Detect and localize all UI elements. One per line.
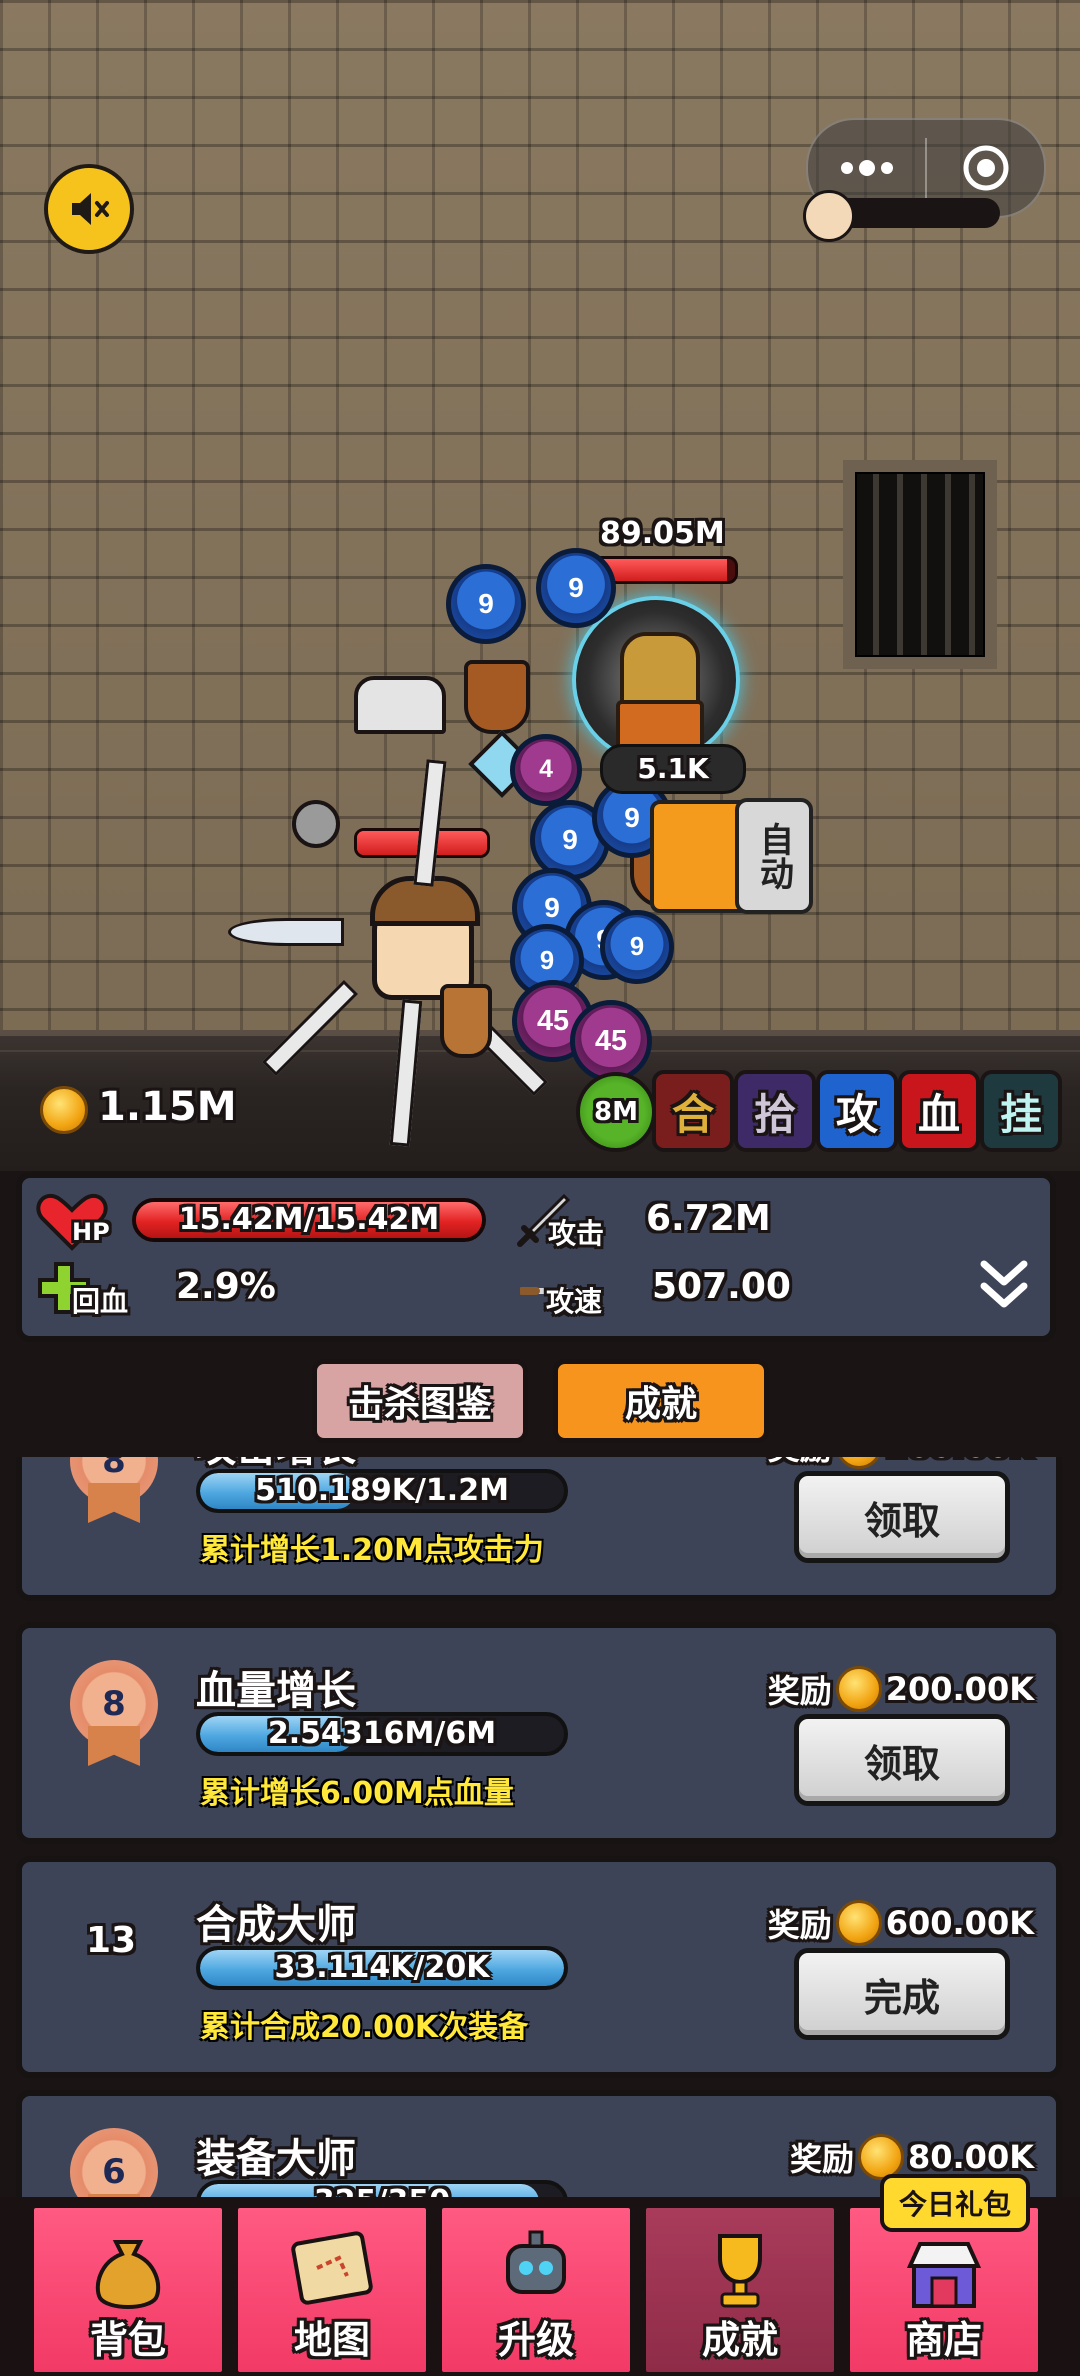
orbit-scimitar [228,918,344,946]
gold-coin-icon [835,1666,882,1712]
shop-stall-icon [896,2222,992,2318]
level-medal: 8 [66,1457,162,1523]
gold-coin-icon [835,1900,882,1946]
mute-button[interactable] [44,164,134,254]
reward-value: 200.00K [885,1670,1034,1708]
gold-coin-icon [835,1457,882,1469]
achievement-level: 8 [102,1684,126,1724]
gold-amount: 1.15M [98,1084,237,1130]
regen-value: 2.9% [176,1266,276,1307]
more-dots-icon [840,160,893,176]
hp-value: 15.42M/15.42M [178,1202,440,1237]
speed-boost-label: 8M [594,1097,638,1127]
nav-achievements-label: 成就 [701,2318,778,2362]
achievement-name: 装备大师 [196,2136,356,2182]
target-circle-icon [963,145,1008,191]
daily-gift-tag[interactable]: 今日礼包 [880,2174,1030,2232]
attack-label: 攻击 [548,1217,605,1250]
orbit-mace [292,800,340,848]
achievement-progress-text: 33.114K/20K [274,1950,490,1985]
nav-upgrade-label: 升级 [497,2318,574,2362]
equipment-token: 4 [510,734,582,806]
close-button[interactable] [927,143,1044,193]
reward: 奖励 600.00K [768,1900,1034,1946]
achievement-card: 13 合成大师 33.114K/20K 累计合成20.00K次装备 奖励 600… [16,1856,1062,2078]
equipment-token: 9 [600,910,674,984]
regen-label: 回血 [72,1285,129,1318]
money-bag-icon [80,2222,176,2318]
nav-bag[interactable]: 背包 [30,2204,226,2376]
hp-label: HP [72,1218,110,1246]
claim-button[interactable]: 领取 [794,1714,1010,1806]
orbit-shield [464,660,530,734]
nav-achievements[interactable]: 成就 [642,2204,838,2376]
robot-icon [488,2222,584,2318]
achievement-name: 合成大师 [196,1902,356,1948]
achievement-level: 8 [102,1457,126,1481]
level-medal: 6 [66,2128,162,2197]
reward-label: 奖励 [767,1906,832,1944]
barred-window [843,460,997,669]
achievement-level: 6 [102,2152,126,2192]
achievement-card: 8 攻击增长 510.189K/1.2M 累计增长1.20M点攻击力 奖励 20… [16,1457,1062,1601]
reward-value: 200.00K [886,1457,1034,1465]
speed-value: 507.00 [652,1266,791,1307]
idle-chip[interactable]: 挂 [980,1070,1062,1152]
speaker-muted-icon [72,193,109,225]
map-scroll-icon [284,2222,380,2318]
more-button[interactable] [808,160,925,176]
nav-upgrade[interactable]: 升级 [438,2204,634,2376]
player-avatar-marker [803,190,855,242]
speed-boost-button[interactable]: 8M [576,1072,656,1152]
claim-button[interactable]: 领取 [794,1471,1010,1563]
pickup-chip[interactable]: 拾 [734,1070,816,1152]
nav-shop-label: 商店 [905,2318,982,2362]
level-medal: 8 [66,1660,162,1766]
attack-value: 6.72M [646,1198,771,1239]
orbit-helmet [354,676,446,734]
nav-bag-label: 背包 [89,2318,166,2362]
achievement-name: 血量增长 [196,1668,356,1714]
equipment-token: 9 [446,564,526,644]
achievement-list[interactable]: 8 攻击增长 510.189K/1.2M 累计增长1.20M点攻击力 奖励 20… [0,1457,1080,2197]
achievement-card: 8 血量增长 2.54316M/6M 累计增长6.00M点血量 奖励 200.0… [16,1622,1062,1844]
chevron-double-down-icon[interactable] [976,1256,1032,1312]
reward: 奖励 200.00K [768,1666,1034,1712]
auto-button[interactable]: 自动 [735,798,813,914]
boss-hp-value: 89.05M [600,516,725,551]
attack-chip[interactable]: 攻 [816,1070,898,1152]
damage-label: 5.1K [600,744,746,794]
equipment-token: 9 [536,548,616,628]
trophy-icon [692,2222,788,2318]
achievement-description: 累计合成20.00K次装备 [200,2010,529,2045]
tab-achievements[interactable]: 成就 [553,1359,769,1443]
reward-label: 奖励 [789,2140,854,2178]
achievement-description: 累计增长6.00M点血量 [200,1776,514,1811]
blood-chip[interactable]: 血 [898,1070,980,1152]
boss-helmet [620,632,700,710]
achievement-progress-text: 2.54316M/6M [267,1716,497,1751]
reward-value: 600.00K [885,1904,1034,1942]
equipment-token: 45 [570,1000,652,1082]
reward-label: 奖励 [767,1672,832,1710]
complete-button[interactable]: 完成 [794,1948,1010,2040]
achievement-progress-text: 510.189K/1.2M [255,1473,509,1508]
speed-label: 攻速 [546,1285,603,1318]
player-shield [440,984,492,1058]
tab-kill-catalog[interactable]: 击杀图鉴 [312,1359,528,1443]
nav-map-label: 地图 [293,2318,370,2362]
gold-coin-icon [40,1086,88,1134]
nav-map[interactable]: 地图 [234,2204,430,2376]
reward: 奖励 200.00K [768,1457,1034,1469]
achievement-progress-text: 325/350 [196,2180,568,2197]
achievement-level: 13 [86,1920,137,1961]
reward-value: 80.00K [907,2138,1034,2176]
achievement-description: 累计增长1.20M点攻击力 [200,1533,544,1568]
reward-label: 奖励 [768,1457,832,1469]
merge-chip[interactable]: 合 [652,1070,734,1152]
